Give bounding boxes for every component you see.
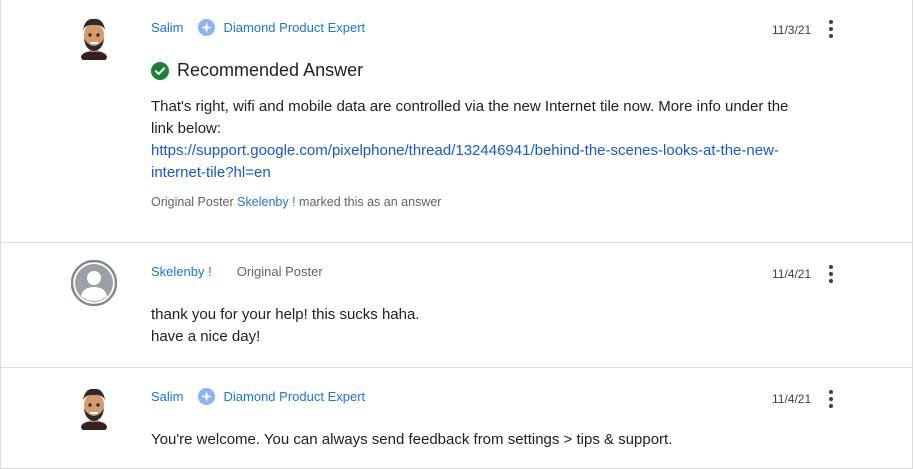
more-vert-icon[interactable] xyxy=(824,388,838,410)
memoji-avatar-icon[interactable] xyxy=(71,384,117,430)
body-line: thank you for your help! this sucks haha… xyxy=(151,306,420,323)
author-row: Salim Diamond Product Expert xyxy=(151,385,365,407)
author-name-link[interactable]: Salim xyxy=(151,20,184,35)
diamond-expert-badge-icon xyxy=(197,387,215,405)
recommended-answer-label: Recommended Answer xyxy=(177,60,364,80)
support-thread-link[interactable]: https://support.google.com/pixelphone/th… xyxy=(151,140,841,184)
marked-op-label: Original Poster xyxy=(151,195,234,209)
reply-post: Skelenby ! Original Poster 11/4/21 thank… xyxy=(0,242,913,367)
default-user-avatar-icon[interactable] xyxy=(71,260,117,306)
reply-post-recommended: Salim Diamond Product Expert 11/3/21 Rec… xyxy=(0,0,913,243)
post-body: You're welcome. You can always send feed… xyxy=(151,429,841,451)
post-body: That's right, wifi and mobile data are c… xyxy=(151,96,841,184)
thread: Salim Diamond Product Expert 11/3/21 Rec… xyxy=(0,0,915,469)
post-date: 11/4/21 xyxy=(772,267,812,281)
post-body: thank you for your help! this sucks haha… xyxy=(151,304,841,348)
expert-level-label[interactable]: Diamond Product Expert xyxy=(224,389,366,404)
body-line: link below: xyxy=(151,120,222,137)
author-name-link[interactable]: Salim xyxy=(151,389,184,404)
author-name-link[interactable]: Skelenby ! xyxy=(151,264,212,279)
marked-op-name-link[interactable]: Skelenby ! xyxy=(237,195,295,209)
author-row: Salim Diamond Product Expert xyxy=(151,16,365,38)
link-line[interactable]: internet-tile?hl=en xyxy=(151,164,271,181)
body-line: You're welcome. You can always send feed… xyxy=(151,431,673,448)
post-date: 11/4/21 xyxy=(772,392,812,406)
more-vert-icon[interactable] xyxy=(824,18,838,40)
body-line: have a nice day! xyxy=(151,328,261,345)
more-vert-icon[interactable] xyxy=(824,263,838,285)
recommended-answer-header: Recommended Answer xyxy=(151,60,363,81)
marked-suffix: marked this as an answer xyxy=(299,195,442,209)
body-line: That's right, wifi and mobile data are c… xyxy=(151,98,789,115)
memoji-avatar-icon[interactable] xyxy=(71,14,117,60)
marked-as-answer-note: Original Poster Skelenby ! marked this a… xyxy=(151,195,441,209)
diamond-expert-badge-icon xyxy=(197,18,215,36)
post-date: 11/3/21 xyxy=(772,23,812,37)
check-circle-icon xyxy=(151,61,169,80)
reply-post: Salim Diamond Product Expert 11/4/21 You… xyxy=(0,367,913,469)
link-line[interactable]: https://support.google.com/pixelphone/th… xyxy=(151,142,779,159)
author-row: Skelenby ! Original Poster xyxy=(151,260,323,282)
expert-level-label[interactable]: Diamond Product Expert xyxy=(224,20,366,35)
original-poster-label: Original Poster xyxy=(236,263,323,279)
